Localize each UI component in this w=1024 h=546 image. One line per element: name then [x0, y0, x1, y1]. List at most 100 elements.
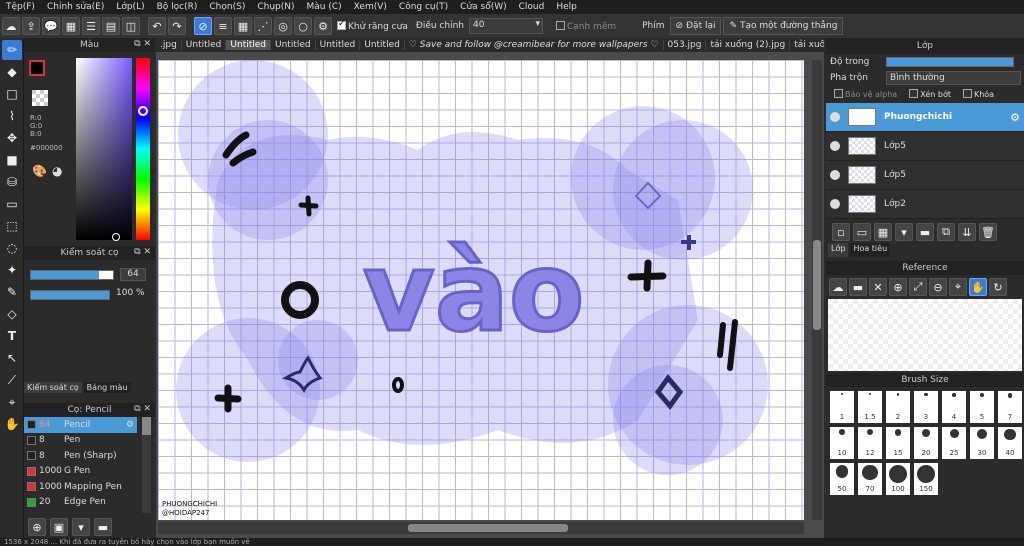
select-eraser-icon[interactable]: ◇	[2, 304, 22, 324]
layer-opacity-slider[interactable]	[886, 56, 1014, 67]
brush-size-cell[interactable]: 100	[886, 463, 910, 495]
brush-size-cell[interactable]: 40	[998, 427, 1022, 459]
brush-size-cell[interactable]: 5	[970, 391, 994, 423]
move-tool-icon[interactable]: ✥	[2, 128, 22, 148]
float-icon[interactable]: ⧉ ✕	[134, 404, 151, 414]
brush-size-cell[interactable]: 10	[830, 427, 854, 459]
eye-icon[interactable]	[830, 141, 840, 151]
fit-icon[interactable]: ⤢	[909, 278, 927, 296]
hand-icon[interactable]: ✋	[969, 278, 987, 296]
snap-circle-icon[interactable]: ○	[294, 17, 312, 35]
new-layer-icon[interactable]: ▫	[832, 223, 850, 241]
document-tab[interactable]: .jpg	[156, 40, 182, 50]
tab-palette[interactable]: Bảng màu	[83, 382, 131, 393]
menu-item[interactable]: Cloud	[513, 2, 551, 12]
add-brush-icon[interactable]: ⊕	[28, 518, 46, 536]
operation-tool-icon[interactable]: ↖	[2, 348, 22, 368]
float-icon[interactable]: ⧉ ✕	[134, 247, 151, 257]
eyedropper-icon[interactable]: ⌖	[2, 392, 22, 412]
eye-icon[interactable]	[830, 112, 840, 122]
brush-size-cell[interactable]: 2	[886, 391, 910, 423]
smooth-checkbox[interactable]: Cạnh mềm	[553, 20, 619, 32]
reset-button[interactable]: ⊘ Đặt lại	[669, 17, 722, 35]
brush-size-cell[interactable]: 25	[942, 427, 966, 459]
brush-size-cell[interactable]: 12	[858, 427, 882, 459]
list-icon[interactable]: ☰	[82, 17, 100, 35]
layer-item[interactable]: Phuongchichi ⚙	[826, 103, 1024, 132]
document-tab[interactable]: Untitled	[360, 40, 405, 50]
menu-item[interactable]: Bộ lọc(R)	[151, 2, 204, 12]
bucket-tool-icon[interactable]: ⛁	[2, 172, 22, 192]
eraser-tool-icon[interactable]: ◆	[2, 62, 22, 82]
text-tool-icon[interactable]: T	[2, 326, 22, 346]
opacity-slider[interactable]	[30, 290, 110, 300]
snap-vanish-icon[interactable]: ⋰	[254, 17, 272, 35]
export-icon[interactable]: ⇪	[22, 17, 40, 35]
layer-item[interactable]: Lớp2	[826, 190, 1024, 219]
vertical-scroll-thumb[interactable]	[813, 240, 821, 330]
new-halftone-layer-icon[interactable]: ▦	[874, 223, 892, 241]
brush-menu-icon[interactable]: ▾	[72, 518, 90, 536]
brush-item[interactable]: 1000 Mapping Pen	[24, 479, 137, 495]
brush-size-cell[interactable]: 150	[914, 463, 938, 495]
horizontal-scrollbar[interactable]	[158, 522, 804, 534]
rotate-icon[interactable]: ↻	[989, 278, 1007, 296]
cloud-icon[interactable]: ☁	[2, 17, 20, 35]
clipping-checkbox[interactable]: Xén bớt	[909, 88, 951, 99]
document-tab[interactable]: ♡ Save and follow @creamibear for more w…	[405, 40, 664, 50]
eyedropper-icon[interactable]: ⌖	[949, 278, 967, 296]
layer-type-menu-icon[interactable]: ▾	[895, 223, 913, 241]
menu-item[interactable]: Chỉnh sửa(E)	[41, 2, 110, 12]
color-picker-icon[interactable]: ◕	[52, 164, 62, 178]
rect-tool-icon[interactable]: □	[2, 84, 22, 104]
tab-layer[interactable]: Lớp	[828, 243, 849, 257]
foreground-color-swatch[interactable]	[29, 60, 45, 76]
tab-brush-control[interactable]: Kiểm soát cọ	[24, 382, 82, 393]
brush-size-cell[interactable]: 1.5	[858, 391, 882, 423]
document-tab[interactable]: tải xuống (2).jpg	[706, 40, 791, 50]
brush-size-cell[interactable]: 50	[830, 463, 854, 495]
transparent-swatch[interactable]	[32, 90, 48, 106]
brush-folder-icon[interactable]: ▬	[94, 518, 112, 536]
brush-item[interactable]: 8 Pen	[24, 433, 137, 449]
close-icon[interactable]: ✕	[869, 278, 887, 296]
eye-icon[interactable]	[830, 199, 840, 209]
size-value[interactable]: 64	[120, 268, 146, 281]
layer-item[interactable]: Lớp5	[826, 161, 1024, 190]
drawing-canvas[interactable]: vào PHUONGCHICHI @HOIDAP247	[158, 60, 804, 520]
palette-icon[interactable]: 🎨	[32, 164, 47, 178]
menu-item[interactable]: Cửa sổ(W)	[454, 2, 512, 12]
brush-size-cell[interactable]: 30	[970, 427, 994, 459]
document-tab[interactable]: Untitled	[316, 40, 361, 50]
menu-item[interactable]: Help	[550, 2, 583, 12]
lasso-tool-icon[interactable]: ◌	[2, 238, 22, 258]
snap-cross-icon[interactable]: ▦	[234, 17, 252, 35]
vertical-scrollbar[interactable]	[812, 60, 822, 520]
eye-icon[interactable]	[830, 170, 840, 180]
panel-icon[interactable]: ◫	[122, 17, 140, 35]
document-tab[interactable]: 053.jpg	[664, 40, 707, 50]
brush-size-cell[interactable]: 4	[942, 391, 966, 423]
gear-icon[interactable]: ⚙	[1010, 111, 1020, 124]
duplicate-layer-icon[interactable]: ⧉	[937, 223, 955, 241]
float-icon[interactable]: ⧉ ✕	[134, 39, 151, 49]
select-pen-icon[interactable]: ✎	[2, 282, 22, 302]
folder-icon[interactable]: ▬	[849, 278, 867, 296]
magic-wand-icon[interactable]: ✦	[2, 260, 22, 280]
chat-icon[interactable]: 💬	[42, 17, 60, 35]
hand-tool-icon[interactable]: ✋	[2, 414, 22, 434]
brush-settings-icon[interactable]: ▣	[50, 518, 68, 536]
hue-slider[interactable]	[136, 58, 150, 240]
saturation-value-picker[interactable]	[76, 58, 132, 241]
document-tab[interactable]: Untitled	[182, 40, 227, 50]
undo-icon[interactable]: ↶	[148, 17, 166, 35]
brush-list-scroll-thumb[interactable]	[142, 417, 151, 435]
brush-size-cell[interactable]: 70	[858, 463, 882, 495]
brush-item[interactable]: 1000 G Pen	[24, 464, 137, 480]
merge-layer-icon[interactable]: ⇊	[958, 223, 976, 241]
antialias-checkbox[interactable]: Khử răng cưa	[334, 19, 411, 32]
correction-select[interactable]: 40 ▾	[468, 18, 543, 34]
reference-canvas[interactable]	[828, 299, 1022, 371]
new-raster-layer-icon[interactable]: ▭	[853, 223, 871, 241]
menu-item[interactable]: Xem(V)	[348, 2, 393, 12]
